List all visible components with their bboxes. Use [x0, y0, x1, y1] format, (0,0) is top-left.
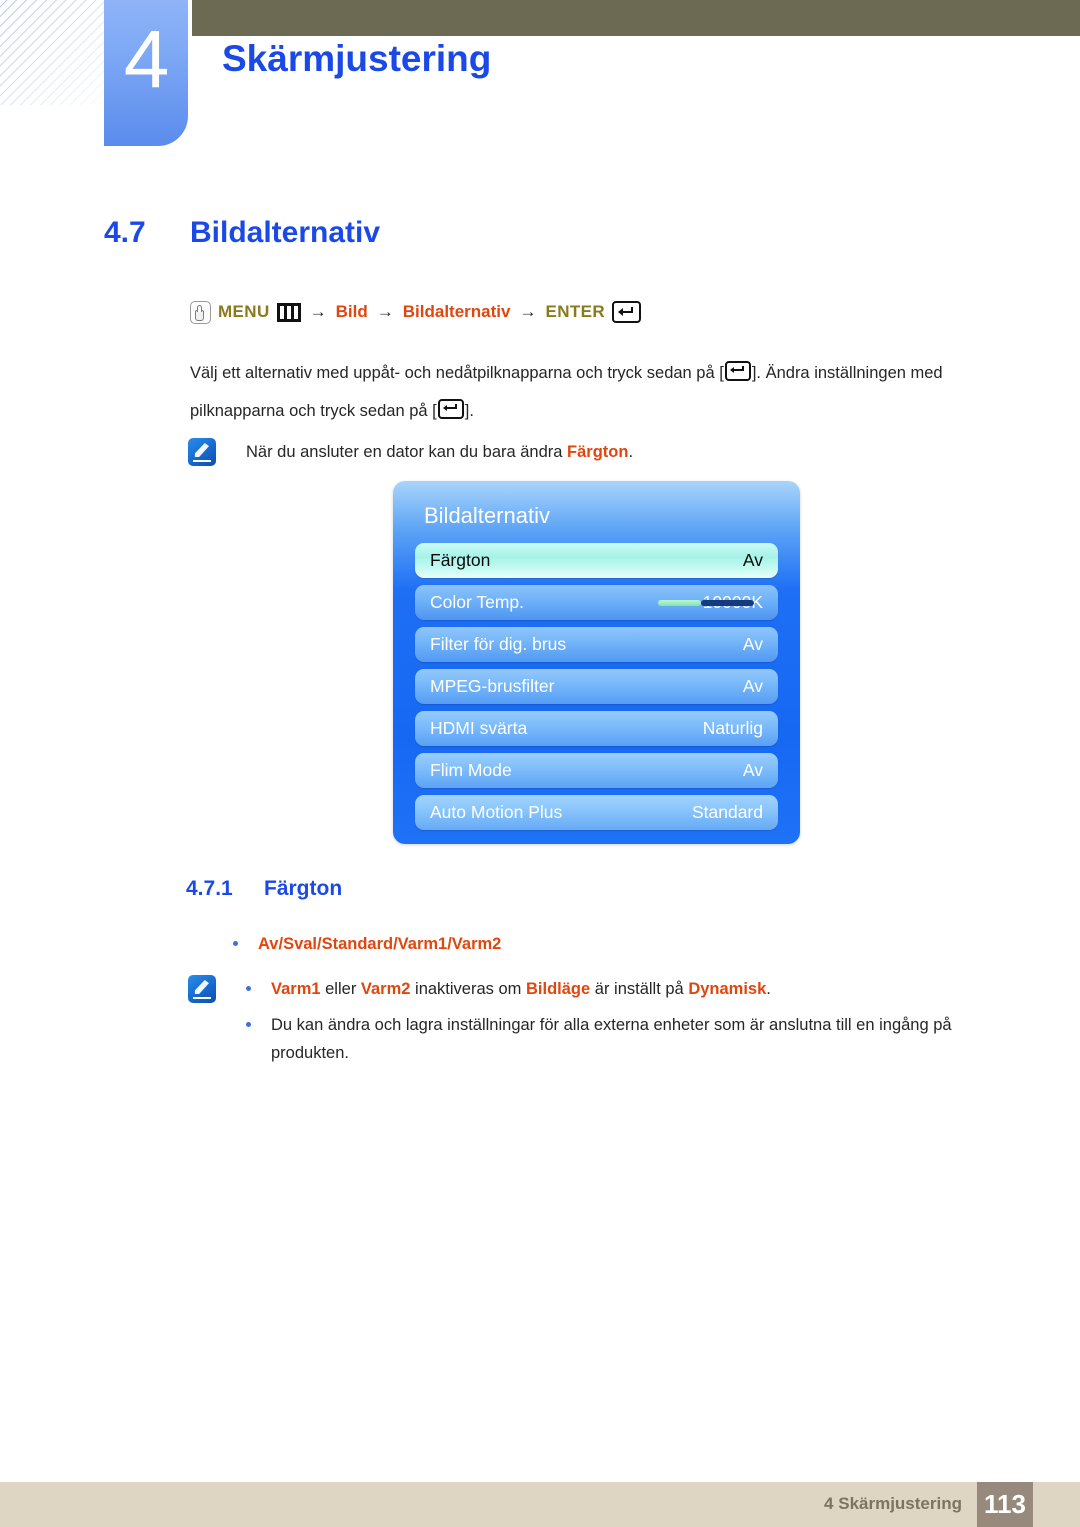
- instruction-text-part1: Välj ett alternativ med uppåt- och nedåt…: [190, 364, 724, 382]
- note-2-hl-varm2: Varm2: [360, 980, 411, 998]
- subsection-heading: 4.7.1 Färgton: [186, 875, 986, 903]
- page-header: 4 Skärmjustering: [0, 0, 1080, 170]
- color-temp-slider[interactable]: [658, 600, 754, 606]
- enter-key-icon: [612, 301, 642, 323]
- menu-grid-icon: [276, 302, 301, 322]
- osd-row-flim-mode[interactable]: Flim Mode Av: [415, 753, 778, 788]
- subsection-number: 4.7.1: [186, 877, 233, 900]
- osd-row-mpeg-brusfilter[interactable]: MPEG-brusfilter Av: [415, 669, 778, 704]
- osd-title: Bildalternativ: [424, 503, 550, 528]
- slider-remainder: [701, 600, 754, 606]
- footer-chapter-label: 4 Skärmjustering: [824, 1494, 962, 1513]
- bullet-dot-icon: [246, 1022, 251, 1027]
- osd-row-label: Flim Mode: [430, 760, 512, 780]
- list-item: Du kan ändra och lagra inställningar för…: [246, 1011, 988, 1067]
- note-2-hl-varm1: Varm1: [271, 980, 321, 998]
- note-pen-icon: [188, 975, 216, 1003]
- osd-row-label: Color Temp.: [430, 592, 525, 612]
- hand-press-icon: [190, 300, 211, 324]
- list-item: Av/Sval/Standard/Varm1/Varm2: [233, 930, 973, 958]
- options-values: Av/Sval/Standard/Varm1/Varm2: [258, 935, 502, 953]
- header-olive-bar: [192, 0, 1080, 36]
- note-2-mid-3: är inställt på: [590, 980, 689, 998]
- footer-page-number: 113: [977, 1482, 1033, 1527]
- osd-row-label: HDMI svärta: [430, 718, 528, 738]
- note-2-hl-bildlage: Bildläge: [526, 980, 591, 998]
- section-heading: 4.7 Bildalternativ: [104, 214, 984, 252]
- enter-key-icon: [437, 399, 464, 419]
- note-1-text-part1: När du ansluter en dator kan du bara änd…: [246, 443, 568, 461]
- chapter-number: 4: [123, 14, 170, 105]
- subsection-title: Färgton: [264, 877, 343, 900]
- breadcrumb-menu-label: MENU: [218, 302, 270, 321]
- section-number: 4.7: [104, 216, 146, 249]
- note-1-highlight: Färgton: [567, 443, 629, 461]
- note-2-mid-1: eller: [320, 980, 361, 998]
- osd-row-filter-dig-brus[interactable]: Filter för dig. brus Av: [415, 627, 778, 662]
- osd-row-auto-motion-plus[interactable]: Auto Motion Plus Standard: [415, 795, 778, 830]
- note-pen-icon: [188, 438, 216, 466]
- osd-row-value: Av: [742, 760, 763, 780]
- osd-row-hdmi-svarta[interactable]: HDMI svärta Naturlig: [415, 711, 778, 746]
- osd-row-label: MPEG-brusfilter: [430, 676, 555, 696]
- breadcrumb-item-bildalternativ: Bildalternativ: [402, 302, 511, 321]
- osd-row-value: Av: [742, 550, 763, 570]
- osd-row-label: Färgton: [430, 550, 491, 570]
- osd-row-value: Standard: [691, 802, 763, 822]
- osd-row-value: Av: [742, 634, 763, 654]
- bullet-dot-icon: [246, 986, 251, 991]
- bullet-dot-icon: [233, 941, 238, 946]
- osd-row-label: Auto Motion Plus: [430, 802, 563, 822]
- instruction-paragraph: Välj ett alternativ med uppåt- och nedåt…: [190, 354, 1000, 430]
- osd-menu-panel: Bildalternativ Färgton Av Color Temp. 10…: [393, 481, 800, 844]
- breadcrumb-arrow-1: →: [309, 302, 327, 321]
- note-2-bullet-1: Varm1 eller Varm2 inaktiveras om Bildläg…: [271, 975, 771, 1003]
- note-1-text: När du ansluter en dator kan du bara änd…: [246, 438, 633, 466]
- breadcrumb: MENU → Bild → Bildalternativ → ENTER: [190, 300, 642, 324]
- note-block-2: Varm1 eller Varm2 inaktiveras om Bildläg…: [188, 975, 988, 1075]
- breadcrumb-arrow-2: →: [376, 302, 394, 321]
- breadcrumb-item-bild: Bild: [335, 302, 368, 321]
- slider-fill: [658, 600, 701, 606]
- note-2-body: Varm1 eller Varm2 inaktiveras om Bildläg…: [246, 975, 988, 1075]
- enter-key-icon: [724, 361, 751, 381]
- note-2-end: .: [766, 980, 771, 998]
- osd-row-label: Filter för dig. brus: [430, 634, 567, 654]
- note-2-bullet-2: Du kan ändra och lagra inställningar för…: [271, 1016, 952, 1062]
- osd-row-value: Naturlig: [702, 718, 763, 738]
- osd-row-color-temp[interactable]: Color Temp. 10000K: [415, 585, 778, 620]
- osd-row-list: Färgton Av Color Temp. 10000K Filter för…: [415, 543, 778, 837]
- osd-row-value: Av: [742, 676, 763, 696]
- chapter-badge: 4: [104, 0, 188, 146]
- note-block-1: När du ansluter en dator kan du bara änd…: [188, 438, 988, 466]
- list-item: Varm1 eller Varm2 inaktiveras om Bildläg…: [246, 975, 988, 1003]
- note-1-text-part2: .: [628, 443, 634, 461]
- osd-row-fargton[interactable]: Färgton Av: [415, 543, 778, 578]
- note-2-hl-dynamisk: Dynamisk: [688, 980, 767, 998]
- breadcrumb-enter-label: ENTER: [545, 302, 606, 321]
- section-title: Bildalternativ: [190, 216, 381, 249]
- chapter-title: Skärmjustering: [222, 38, 492, 79]
- options-bullet-list: Av/Sval/Standard/Varm1/Varm2: [233, 930, 973, 958]
- note-2-mid-2: inaktiveras om: [410, 980, 526, 998]
- instruction-text-part3: ].: [464, 402, 474, 420]
- breadcrumb-arrow-3: →: [519, 302, 537, 321]
